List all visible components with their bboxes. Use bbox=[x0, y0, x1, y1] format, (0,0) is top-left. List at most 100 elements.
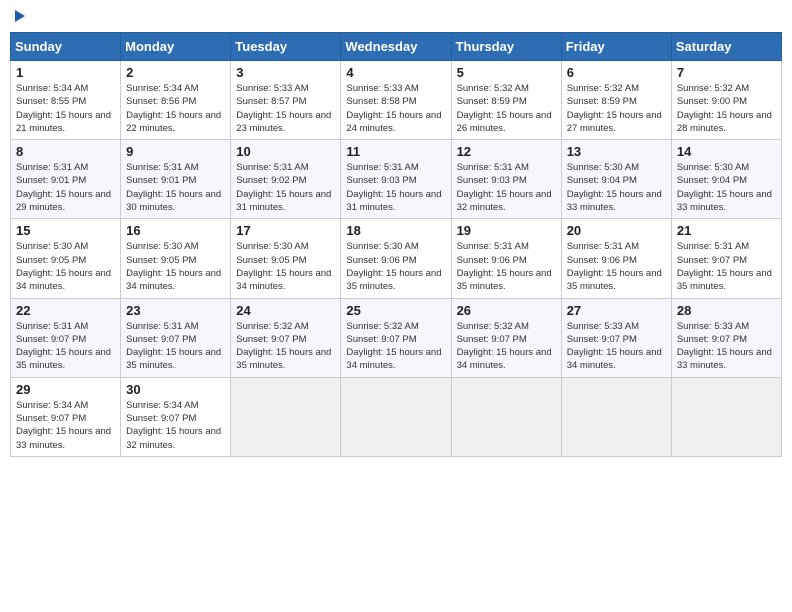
logo bbox=[10, 10, 27, 24]
day-number: 5 bbox=[457, 65, 556, 80]
day-number: 3 bbox=[236, 65, 335, 80]
day-number: 16 bbox=[126, 223, 225, 238]
day-info: Sunrise: 5:31 AMSunset: 9:02 PMDaylight:… bbox=[236, 161, 335, 214]
calendar-cell: 10 Sunrise: 5:31 AMSunset: 9:02 PMDayligh… bbox=[231, 140, 341, 219]
day-info: Sunrise: 5:31 AMSunset: 9:07 PMDaylight:… bbox=[677, 240, 776, 293]
weekday-header-monday: Monday bbox=[121, 33, 231, 61]
day-number: 4 bbox=[346, 65, 445, 80]
day-number: 27 bbox=[567, 303, 666, 318]
day-info: Sunrise: 5:33 AMSunset: 9:07 PMDaylight:… bbox=[677, 320, 776, 373]
calendar-cell: 1 Sunrise: 5:34 AMSunset: 8:55 PMDaylight… bbox=[11, 61, 121, 140]
day-info: Sunrise: 5:31 AMSunset: 9:01 PMDaylight:… bbox=[126, 161, 225, 214]
calendar-cell: 18 Sunrise: 5:30 AMSunset: 9:06 PMDayligh… bbox=[341, 219, 451, 298]
weekday-header-sunday: Sunday bbox=[11, 33, 121, 61]
day-number: 11 bbox=[346, 144, 445, 159]
calendar-cell: 11 Sunrise: 5:31 AMSunset: 9:03 PMDayligh… bbox=[341, 140, 451, 219]
day-number: 2 bbox=[126, 65, 225, 80]
calendar-header-row: SundayMondayTuesdayWednesdayThursdayFrid… bbox=[11, 33, 782, 61]
calendar-cell: 19 Sunrise: 5:31 AMSunset: 9:06 PMDayligh… bbox=[451, 219, 561, 298]
calendar-cell bbox=[231, 377, 341, 456]
day-number: 1 bbox=[16, 65, 115, 80]
day-info: Sunrise: 5:32 AMSunset: 9:07 PMDaylight:… bbox=[236, 320, 335, 373]
weekday-header-wednesday: Wednesday bbox=[341, 33, 451, 61]
day-info: Sunrise: 5:34 AMSunset: 9:07 PMDaylight:… bbox=[16, 399, 115, 452]
calendar-cell: 15Sunrise: 5:30 AMSunset: 9:05 PMDayligh… bbox=[11, 219, 121, 298]
day-info: Sunrise: 5:32 AMSunset: 9:07 PMDaylight:… bbox=[346, 320, 445, 373]
day-number: 25 bbox=[346, 303, 445, 318]
day-info: Sunrise: 5:33 AMSunset: 9:07 PMDaylight:… bbox=[567, 320, 666, 373]
calendar-cell: 5 Sunrise: 5:32 AMSunset: 8:59 PMDaylight… bbox=[451, 61, 561, 140]
day-number: 29 bbox=[16, 382, 115, 397]
calendar-cell: 21 Sunrise: 5:31 AMSunset: 9:07 PMDayligh… bbox=[671, 219, 781, 298]
day-number: 7 bbox=[677, 65, 776, 80]
calendar-cell bbox=[451, 377, 561, 456]
weekday-header-tuesday: Tuesday bbox=[231, 33, 341, 61]
calendar-week-3: 15 Sunrise: 5:30 AMSunset: 9:05 PMDayligh… bbox=[11, 219, 782, 298]
calendar-cell: 9 Sunrise: 5:31 AMSunset: 9:01 PMDaylight… bbox=[121, 140, 231, 219]
weekday-header-friday: Friday bbox=[561, 33, 671, 61]
calendar-cell: 17 Sunrise: 5:30 AMSunset: 9:05 PMDayligh… bbox=[231, 219, 341, 298]
day-info: Sunrise: 5:33 AMSunset: 8:58 PMDaylight:… bbox=[346, 82, 445, 135]
calendar-week-4: 22 Sunrise: 5:31 AMSunset: 9:07 PMDayligh… bbox=[11, 298, 782, 377]
calendar-week-5: 29 Sunrise: 5:34 AMSunset: 9:07 PMDayligh… bbox=[11, 377, 782, 456]
weekday-header-thursday: Thursday bbox=[451, 33, 561, 61]
calendar-cell: 4 Sunrise: 5:33 AMSunset: 8:58 PMDaylight… bbox=[341, 61, 451, 140]
day-number: 23 bbox=[126, 303, 225, 318]
calendar-cell bbox=[561, 377, 671, 456]
weekday-header-saturday: Saturday bbox=[671, 33, 781, 61]
calendar-cell: 27 Sunrise: 5:33 AMSunset: 9:07 PMDayligh… bbox=[561, 298, 671, 377]
calendar-cell: 8 Sunrise: 5:31 AMSunset: 9:01 PMDaylight… bbox=[11, 140, 121, 219]
page-header bbox=[10, 10, 782, 24]
logo-triangle-icon bbox=[11, 8, 27, 24]
calendar-cell: 22 Sunrise: 5:31 AMSunset: 9:07 PMDayligh… bbox=[11, 298, 121, 377]
calendar-cell: 16 Sunrise: 5:30 AMSunset: 9:05 PMDayligh… bbox=[121, 219, 231, 298]
calendar-cell: 26Sunrise: 5:32 AMSunset: 9:07 PMDayligh… bbox=[451, 298, 561, 377]
day-info: Sunrise: 5:31 AMSunset: 9:03 PMDaylight:… bbox=[346, 161, 445, 214]
calendar-cell: 28 Sunrise: 5:33 AMSunset: 9:07 PMDayligh… bbox=[671, 298, 781, 377]
day-number: 17 bbox=[236, 223, 335, 238]
day-info: Sunrise: 5:30 AMSunset: 9:04 PMDaylight:… bbox=[677, 161, 776, 214]
day-info: Sunrise: 5:31 AMSunset: 9:03 PMDaylight:… bbox=[457, 161, 556, 214]
day-info: Sunrise: 5:30 AMSunset: 9:06 PMDaylight:… bbox=[346, 240, 445, 293]
day-info: Sunrise: 5:31 AMSunset: 9:07 PMDaylight:… bbox=[16, 320, 115, 373]
day-number: 6 bbox=[567, 65, 666, 80]
day-info: Sunrise: 5:31 AMSunset: 9:06 PMDaylight:… bbox=[567, 240, 666, 293]
day-number: 24 bbox=[236, 303, 335, 318]
calendar-cell: 6 Sunrise: 5:32 AMSunset: 8:59 PMDaylight… bbox=[561, 61, 671, 140]
day-number: 14 bbox=[677, 144, 776, 159]
day-info: Sunrise: 5:32 AMSunset: 9:07 PMDaylight:… bbox=[457, 320, 556, 373]
day-number: 30 bbox=[126, 382, 225, 397]
calendar-cell: 12 Sunrise: 5:31 AMSunset: 9:03 PMDayligh… bbox=[451, 140, 561, 219]
day-info: Sunrise: 5:34 AMSunset: 8:55 PMDaylight:… bbox=[16, 82, 115, 135]
day-number: 22 bbox=[16, 303, 115, 318]
day-number: 10 bbox=[236, 144, 335, 159]
calendar-cell: 25 Sunrise: 5:32 AMSunset: 9:07 PMDayligh… bbox=[341, 298, 451, 377]
calendar-cell: 3Sunrise: 5:33 AMSunset: 8:57 PMDaylight… bbox=[231, 61, 341, 140]
day-number: 12 bbox=[457, 144, 556, 159]
day-info: Sunrise: 5:32 AMSunset: 8:59 PMDaylight:… bbox=[567, 82, 666, 135]
day-number: 28 bbox=[677, 303, 776, 318]
day-info: Sunrise: 5:31 AMSunset: 9:01 PMDaylight:… bbox=[16, 161, 115, 214]
day-number: 15 bbox=[16, 223, 115, 238]
day-number: 13 bbox=[567, 144, 666, 159]
day-number: 19 bbox=[457, 223, 556, 238]
day-info: Sunrise: 5:32 AMSunset: 8:59 PMDaylight:… bbox=[457, 82, 556, 135]
calendar-cell: 23 Sunrise: 5:31 AMSunset: 9:07 PMDayligh… bbox=[121, 298, 231, 377]
day-number: 8 bbox=[16, 144, 115, 159]
calendar-cell: 7Sunrise: 5:32 AMSunset: 9:00 PMDaylight… bbox=[671, 61, 781, 140]
calendar-cell: 20Sunrise: 5:31 AMSunset: 9:06 PMDayligh… bbox=[561, 219, 671, 298]
day-info: Sunrise: 5:34 AMSunset: 8:56 PMDaylight:… bbox=[126, 82, 225, 135]
calendar-week-1: 1 Sunrise: 5:34 AMSunset: 8:55 PMDaylight… bbox=[11, 61, 782, 140]
calendar-cell: 13Sunrise: 5:30 AMSunset: 9:04 PMDayligh… bbox=[561, 140, 671, 219]
calendar-cell: 2 Sunrise: 5:34 AMSunset: 8:56 PMDaylight… bbox=[121, 61, 231, 140]
day-number: 18 bbox=[346, 223, 445, 238]
day-info: Sunrise: 5:31 AMSunset: 9:06 PMDaylight:… bbox=[457, 240, 556, 293]
day-number: 9 bbox=[126, 144, 225, 159]
day-info: Sunrise: 5:30 AMSunset: 9:05 PMDaylight:… bbox=[236, 240, 335, 293]
calendar-cell: 30 Sunrise: 5:34 AMSunset: 9:07 PMDayligh… bbox=[121, 377, 231, 456]
calendar-cell: 24 Sunrise: 5:32 AMSunset: 9:07 PMDayligh… bbox=[231, 298, 341, 377]
day-number: 21 bbox=[677, 223, 776, 238]
day-info: Sunrise: 5:31 AMSunset: 9:07 PMDaylight:… bbox=[126, 320, 225, 373]
day-info: Sunrise: 5:30 AMSunset: 9:05 PMDaylight:… bbox=[126, 240, 225, 293]
day-info: Sunrise: 5:34 AMSunset: 9:07 PMDaylight:… bbox=[126, 399, 225, 452]
